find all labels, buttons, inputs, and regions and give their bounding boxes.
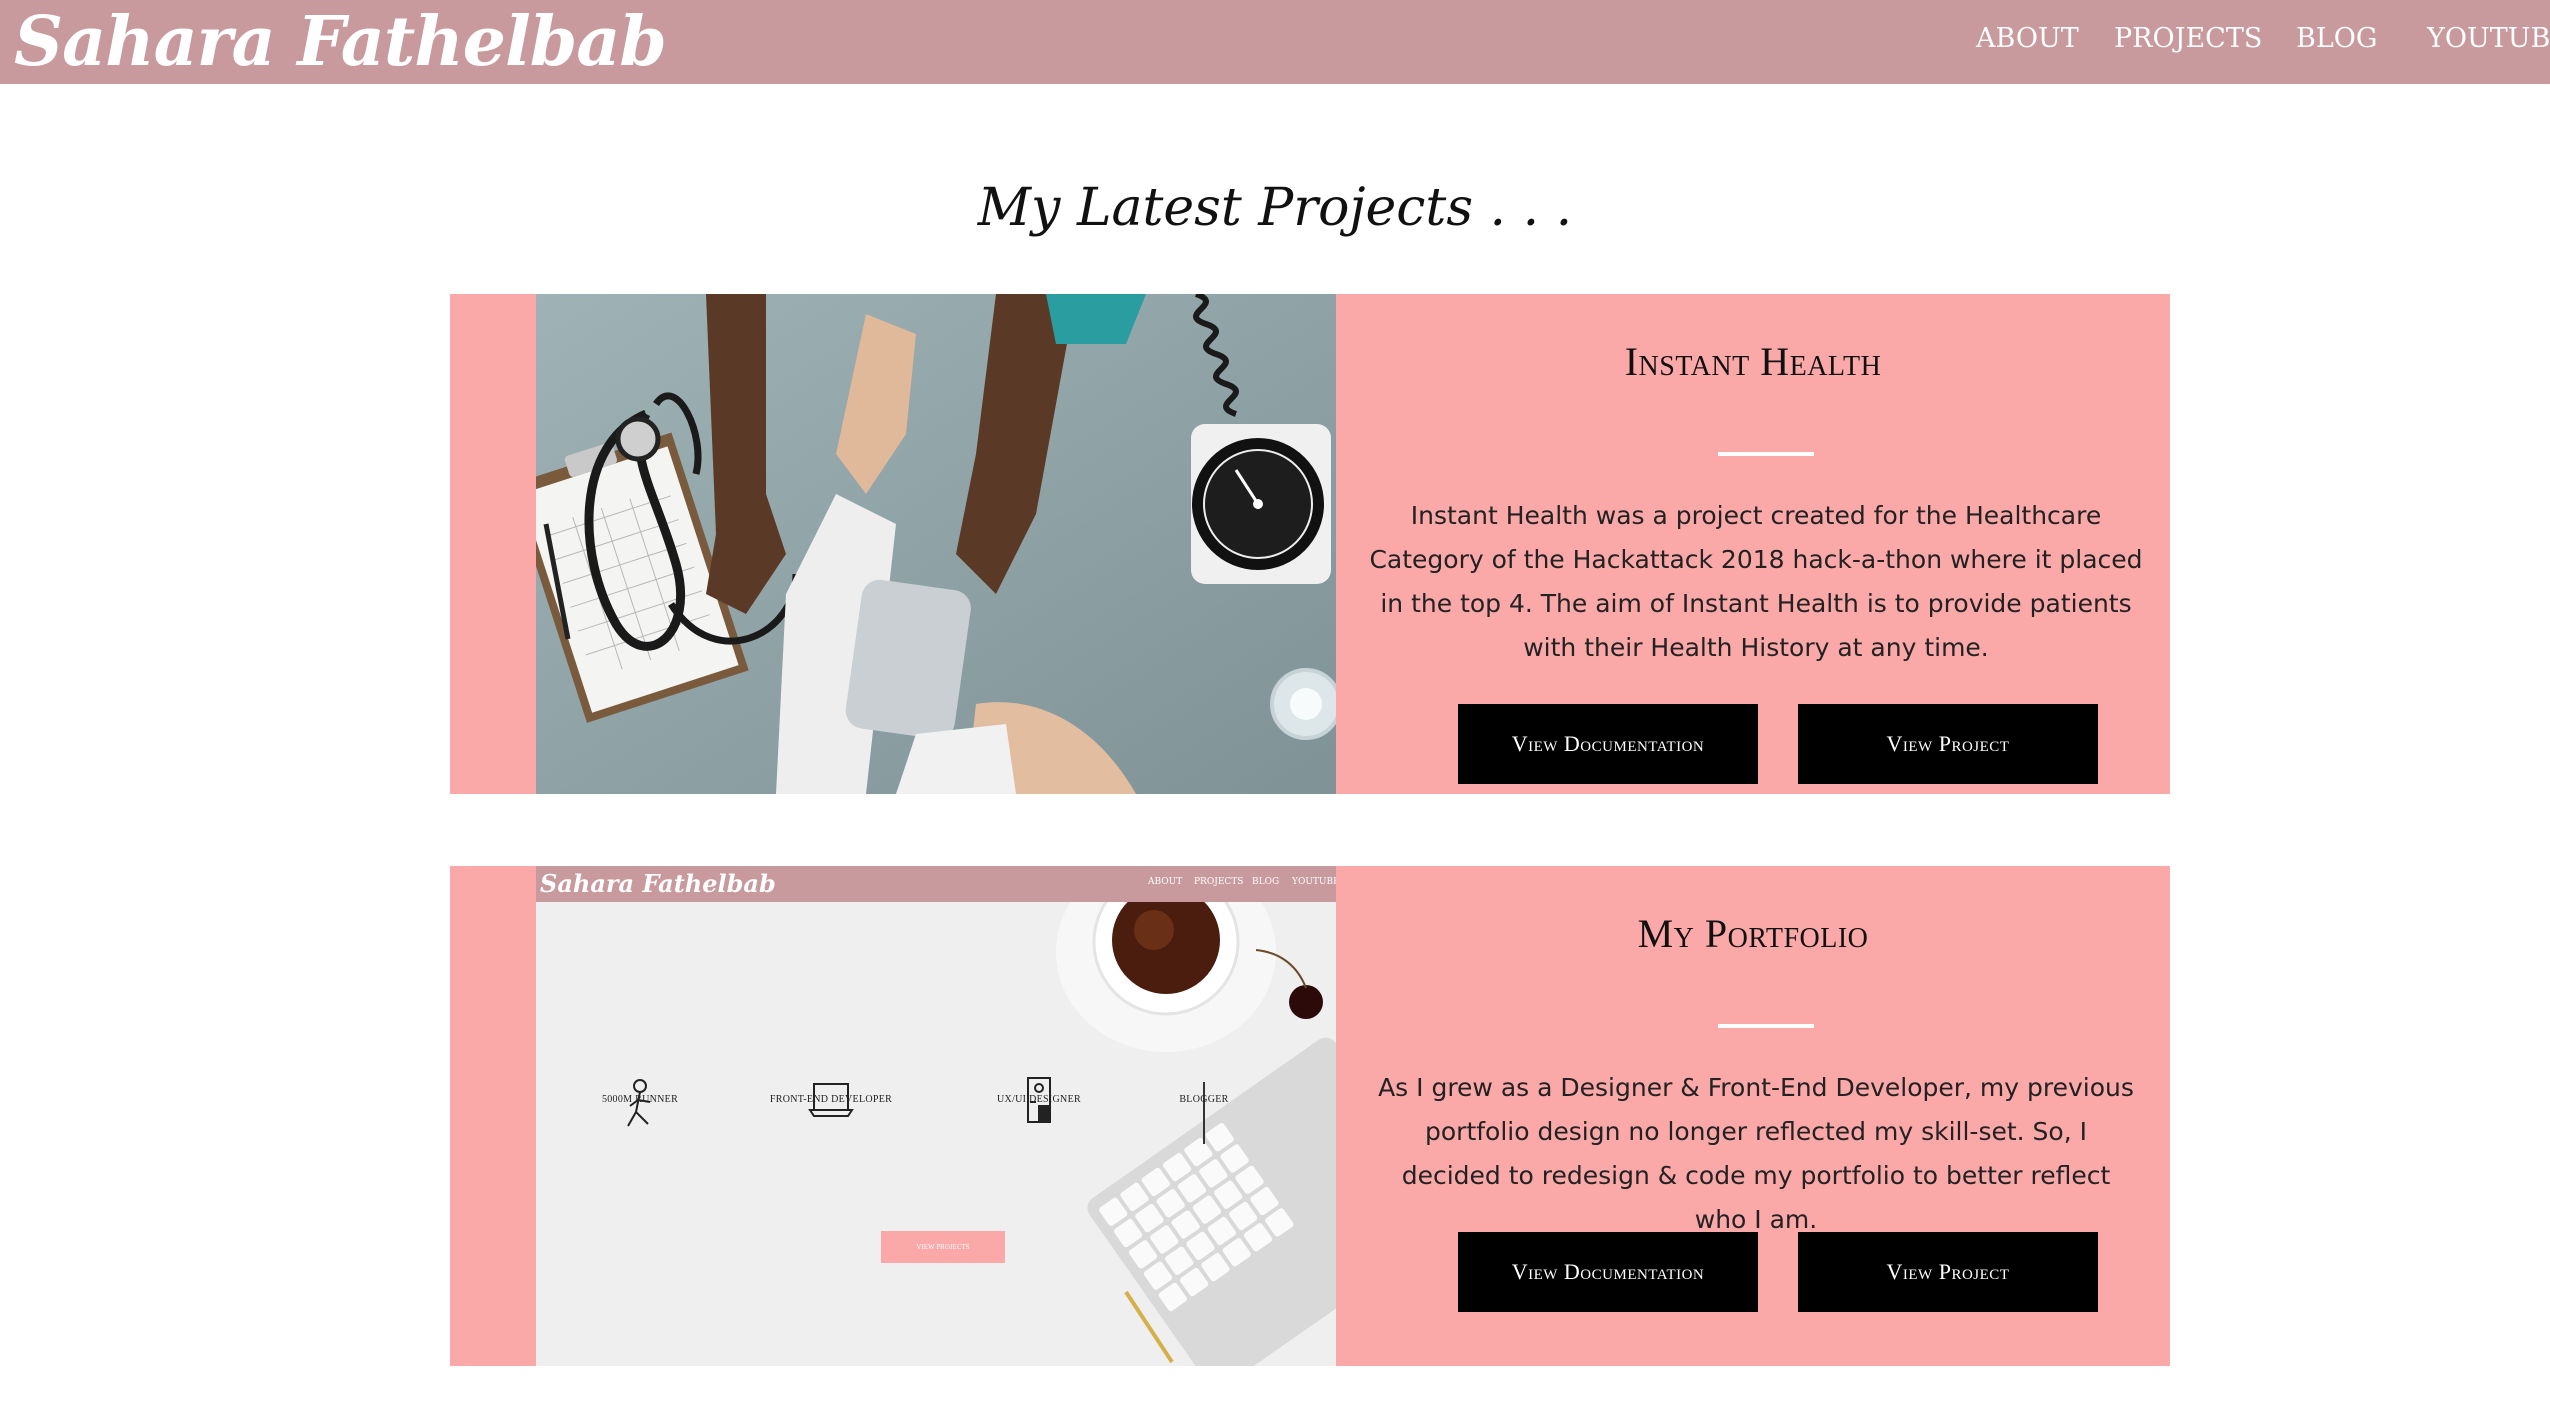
preview-nav-projects: PROJECTS: [1194, 877, 1244, 887]
preview-logo: Sahara Fathelbab: [540, 869, 776, 898]
preview-body: 5000M RUNNER FRONT-END DEVELOPER UX/UI D…: [536, 902, 1336, 1366]
project-title: My Portfolio: [1637, 911, 1869, 956]
preview-role-blogger: BLOGGER: [1179, 1094, 1229, 1105]
section-title: My Latest Projects . . .: [977, 178, 1573, 238]
nav-about-link[interactable]: ABOUT: [1976, 20, 2079, 58]
preview-role-runner: 5000M RUNNER: [601, 1094, 679, 1105]
preview-nav-about: ABOUT: [1148, 877, 1183, 887]
preview-role-ux: UX/UI DESIGNER: [997, 1094, 1081, 1105]
site-logo[interactable]: Sahara Fathelbab: [14, 6, 667, 78]
title-divider: [1718, 452, 1814, 456]
view-project-button[interactable]: View Project: [1798, 704, 2098, 784]
view-documentation-button[interactable]: View Documentation: [1458, 1232, 1758, 1312]
preview-header: Sahara Fathelbab ABOUT PROJECTS BLOG YOU…: [536, 866, 1336, 902]
project-card-my-portfolio: Sahara Fathelbab ABOUT PROJECTS BLOG YOU…: [450, 866, 2170, 1366]
title-divider: [1718, 1024, 1814, 1028]
top-navigation-bar: Sahara Fathelbab ABOUT PROJECTS BLOG YOU…: [0, 0, 2550, 84]
nav-youtube-link[interactable]: YOUTUBE: [2427, 20, 2550, 58]
project-info-my-portfolio: My Portfolio As I grew as a Designer & F…: [1336, 866, 2170, 1366]
project-image-instant-health: [536, 294, 1336, 794]
view-project-button[interactable]: View Project: [1798, 1232, 2098, 1312]
project-description: As I grew as a Designer & Front-End Deve…: [1378, 1073, 2134, 1234]
desk-photo-background: [536, 902, 1336, 1366]
project-description: Instant Health was a project created for…: [1369, 501, 2143, 662]
view-documentation-button[interactable]: View Documentation: [1458, 704, 1758, 784]
project-image-my-portfolio: Sahara Fathelbab ABOUT PROJECTS BLOG YOU…: [536, 866, 1336, 1366]
nav-projects-link[interactable]: PROJECTS: [2114, 20, 2262, 58]
preview-nav-blog: BLOG: [1252, 877, 1280, 887]
preview-role-frontend: FRONT-END DEVELOPER: [769, 1094, 893, 1105]
preview-nav-youtube: YOUTUBE: [1292, 877, 1336, 887]
doctor-blood-pressure-photo: [536, 294, 1336, 794]
preview-view-projects-button: VIEW PROJECTS: [881, 1231, 1005, 1263]
nav-blog-link[interactable]: BLOG: [2296, 20, 2377, 58]
project-card-instant-health: Instant Health Instant Health was a proj…: [450, 294, 2170, 794]
project-title: Instant Health: [1624, 339, 1882, 384]
project-info-instant-health: Instant Health Instant Health was a proj…: [1336, 294, 2170, 794]
